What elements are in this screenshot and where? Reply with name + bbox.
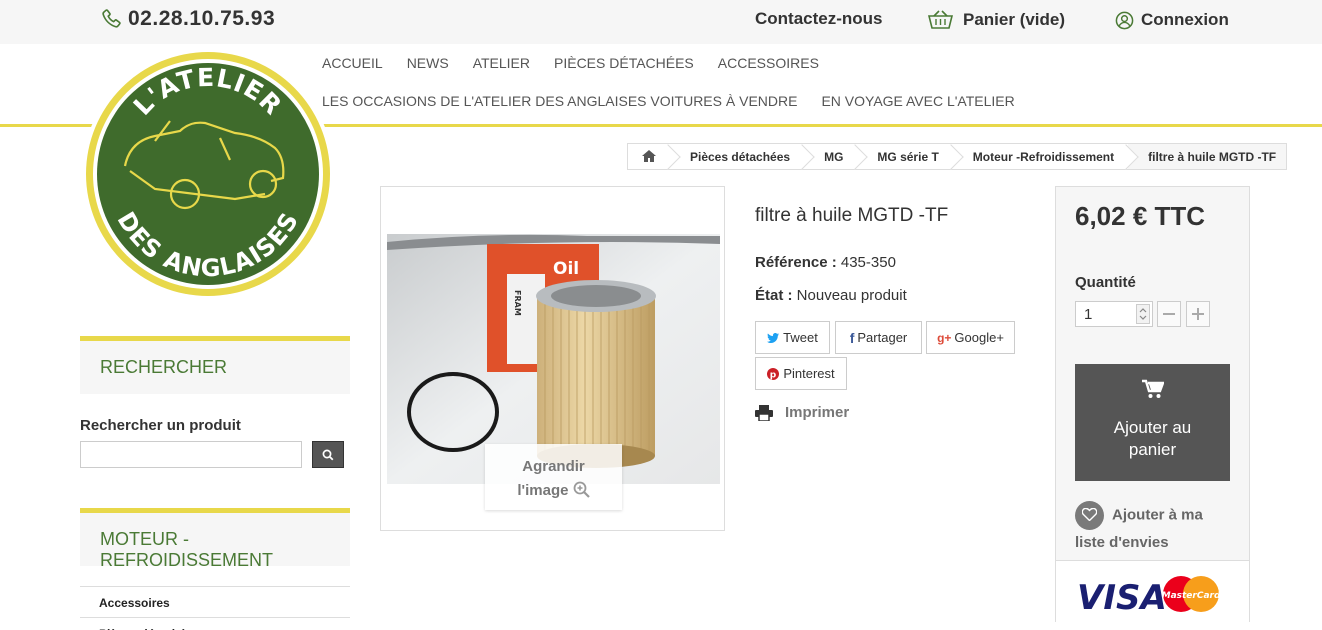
breadcrumb-item[interactable]: Pièces détachées (670, 144, 804, 169)
login-link[interactable]: Connexion (1115, 10, 1229, 30)
box-word: Oil (553, 259, 579, 279)
category-block: MOTEUR -REFROIDISSEMENT (80, 508, 350, 570)
breadcrumb: Pièces détachées MG MG série T Moteur -R… (627, 143, 1288, 170)
mastercard-logo-icon: MasterCard (1162, 576, 1220, 612)
payment-logos: VISA MasterCard (1056, 560, 1249, 622)
top-bar: 02.28.10.75.93 Contactez-nous Panier (vi… (0, 0, 1322, 44)
tweet-label: Tweet (783, 330, 818, 345)
print-label: Imprimer (785, 404, 850, 421)
search-block-title: RECHERCHER (100, 357, 228, 377)
facebook-label: Partager (857, 330, 908, 345)
heart-icon (1075, 501, 1104, 530)
user-icon (1115, 11, 1134, 29)
breadcrumb-home[interactable] (628, 144, 670, 169)
category-list: Accessoires Pièces détachées (80, 586, 350, 630)
price-box: 6,02 € TTC Quantité 1 Ajouter au panier … (1055, 186, 1250, 622)
google-plus-icon: g+ (937, 330, 952, 345)
mastercard-text: MasterCard (1162, 591, 1220, 601)
facebook-icon: f (849, 329, 855, 346)
search-icon (322, 449, 334, 460)
basket-icon (928, 10, 953, 29)
pinterest-button[interactable]: p Pinterest (755, 357, 847, 390)
search-block: RECHERCHER (80, 336, 350, 394)
product-reference: Référence : 435-350 (755, 254, 896, 271)
phone-icon (102, 9, 121, 28)
twitter-icon (767, 332, 780, 343)
box-brand: FRAM (513, 290, 522, 316)
main-nav: ACCUEIL NEWS ATELIER PIÈCES DÉTACHÉES ACCESS… (322, 54, 1122, 130)
quantity-spinner[interactable] (1136, 304, 1150, 324)
cart-label: Panier (vide) (963, 10, 1066, 29)
wishlist-line2: liste d'envies (1075, 534, 1169, 551)
product-image-box[interactable]: Oil FRAM Agrandir l'image (380, 186, 725, 531)
phone-number[interactable]: 02.28.10.75.93 (100, 7, 275, 31)
state-label: État : (755, 287, 793, 304)
breadcrumb-item[interactable]: Moteur -Refroidissement (953, 144, 1128, 169)
cart-icon (1141, 379, 1165, 398)
svg-text:p: p (770, 370, 777, 380)
breadcrumb-item[interactable]: MG série T (857, 144, 952, 169)
category-item-accessoires[interactable]: Accessoires (80, 587, 350, 618)
visa-logo-icon: VISA (1077, 578, 1167, 615)
phone-text: 02.28.10.75.93 (128, 7, 276, 30)
search-input[interactable] (80, 441, 302, 468)
state-value: Nouveau produit (796, 287, 907, 304)
search-label: Rechercher un produit (80, 417, 241, 434)
contact-link[interactable]: Contactez-nous (755, 9, 883, 29)
nav-item-atelier[interactable]: ATELIER (473, 54, 530, 92)
product-state: État : Nouveau produit (755, 287, 907, 304)
quantity-value: 1 (1084, 306, 1093, 323)
tweet-button[interactable]: Tweet (755, 321, 830, 354)
search-button[interactable] (312, 441, 344, 468)
add-to-cart-line2: panier (1128, 440, 1177, 459)
site-logo[interactable]: L'ATELIER DES ANGLAISES (80, 46, 336, 302)
wishlist-line1: Ajouter à ma (1112, 506, 1203, 524)
category-item-pieces[interactable]: Pièces détachées (80, 618, 350, 630)
quantity-decrease-button[interactable] (1157, 301, 1181, 327)
google-plus-button[interactable]: g+ Google+ (926, 321, 1015, 354)
quantity-label: Quantité (1075, 274, 1136, 291)
home-icon (642, 150, 656, 162)
product-title: filtre à huile MGTD -TF (755, 205, 949, 226)
enlarge-line1: Agrandir (522, 458, 585, 475)
nav-item-pieces[interactable]: PIÈCES DÉTACHÉES (554, 54, 694, 92)
spinner-arrows-icon (1139, 308, 1147, 320)
add-to-cart-button[interactable]: Ajouter au panier (1075, 364, 1230, 481)
reference-value: 435-350 (840, 254, 896, 271)
quantity-increase-button[interactable] (1186, 301, 1210, 327)
plus-icon (1192, 308, 1204, 320)
category-block-title: MOTEUR -REFROIDISSEMENT (100, 529, 274, 570)
add-to-cart-line1: Ajouter au (1113, 418, 1192, 437)
pinterest-label: Pinterest (783, 366, 835, 381)
login-label: Connexion (1141, 10, 1229, 29)
print-button[interactable]: Imprimer (755, 404, 849, 421)
add-to-wishlist-button[interactable]: Ajouter à ma liste d'envies (1075, 501, 1235, 556)
google-plus-label: Google+ (954, 330, 1004, 345)
enlarge-image-button[interactable]: Agrandir l'image (485, 444, 622, 510)
product-price: 6,02 € TTC (1075, 201, 1206, 231)
minus-icon (1163, 313, 1175, 315)
nav-item-accessoires[interactable]: ACCESSOIRES (718, 54, 819, 92)
enlarge-line2: l'image (517, 482, 569, 499)
breadcrumb-current: filtre à huile MGTD -TF (1128, 144, 1287, 169)
visa-text: VISA (1077, 578, 1167, 615)
printer-icon (755, 404, 773, 421)
quantity-input[interactable]: 1 (1075, 301, 1153, 327)
pinterest-icon: p (767, 367, 780, 380)
zoom-in-icon (573, 481, 590, 498)
cart-link[interactable]: Panier (vide) (928, 10, 1065, 30)
reference-label: Référence : (755, 254, 837, 271)
facebook-share-button[interactable]: f Partager (835, 321, 922, 354)
nav-item-news[interactable]: NEWS (407, 54, 449, 92)
